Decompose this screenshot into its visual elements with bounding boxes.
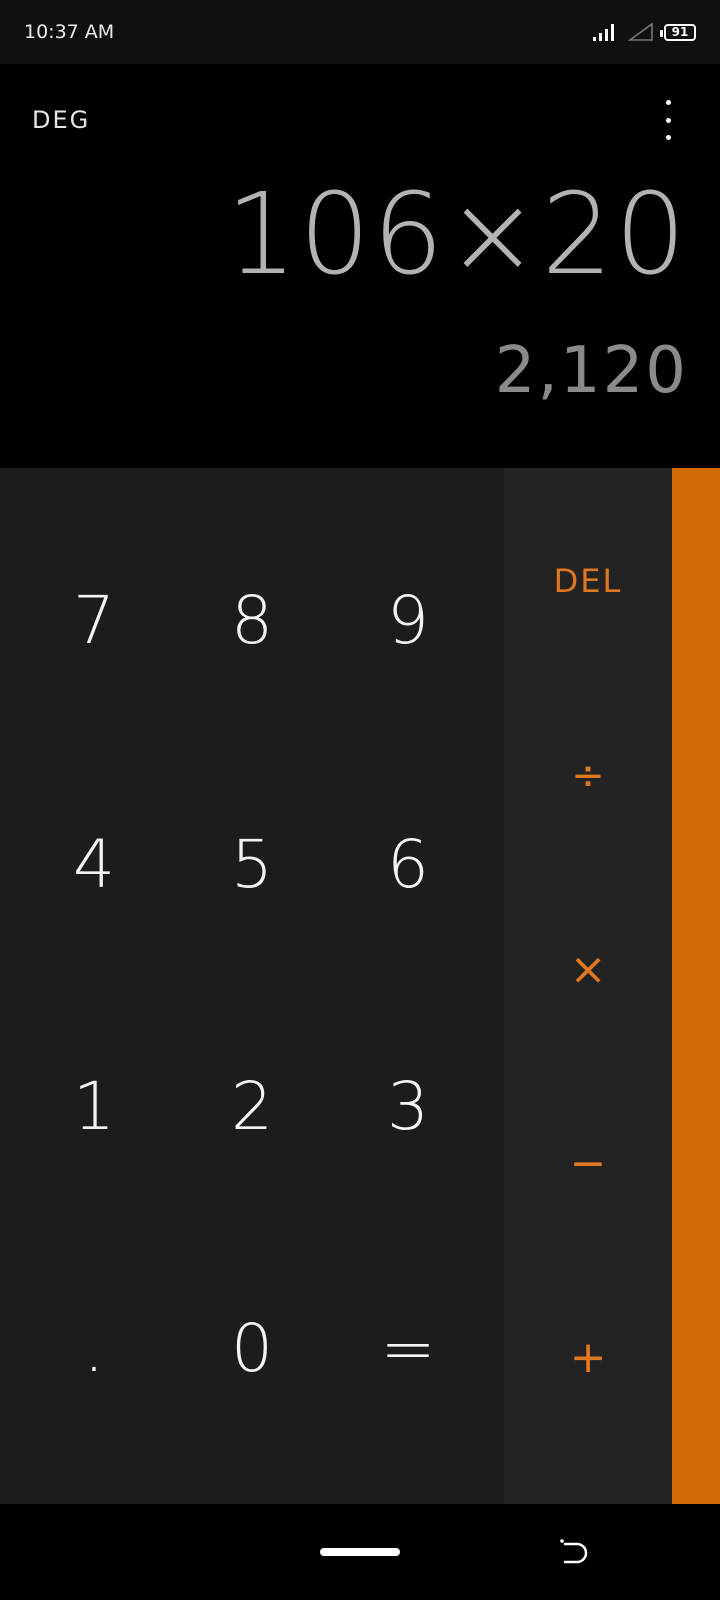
add-button[interactable]: + (504, 1282, 672, 1432)
calculator-display: DEG 106×20 2,120 (0, 64, 720, 468)
home-handle[interactable] (320, 1548, 400, 1556)
digit-9-button[interactable]: 9 (324, 530, 492, 710)
numeric-keypad: 7 8 9 4 5 6 1 2 3 . 0 = (0, 468, 504, 1504)
navigation-bar (0, 1504, 720, 1600)
battery-icon: 91 (660, 23, 696, 41)
digit-2-button[interactable]: 2 (168, 1016, 336, 1196)
expression-field[interactable]: 106×20 (226, 179, 688, 291)
angle-mode-toggle[interactable]: DEG (32, 106, 90, 134)
equals-button[interactable]: = (324, 1258, 492, 1438)
status-bar: 10:37 AM 91 (0, 0, 720, 64)
digit-1-button[interactable]: 1 (10, 1016, 178, 1196)
rotate-screen-icon[interactable] (555, 1535, 591, 1571)
no-signal-icon (628, 22, 653, 41)
status-icons: 91 (592, 22, 696, 42)
digit-8-button[interactable]: 8 (168, 530, 336, 710)
more-options-icon[interactable] (656, 100, 680, 140)
digit-0-button[interactable]: 0 (168, 1258, 336, 1438)
digit-5-button[interactable]: 5 (168, 774, 336, 954)
digit-6-button[interactable]: 6 (324, 774, 492, 954)
decimal-point-button[interactable]: . (10, 1258, 178, 1438)
signal-icon (593, 24, 614, 41)
digit-7-button[interactable]: 7 (10, 530, 178, 710)
delete-button[interactable]: DEL (504, 506, 672, 656)
advanced-panel-handle[interactable] (672, 468, 720, 1504)
operator-pad: DEL ÷ × − + (504, 468, 672, 1504)
result-preview: 2,120 (494, 334, 688, 408)
digit-4-button[interactable]: 4 (10, 774, 178, 954)
subtract-button[interactable]: − (504, 1088, 672, 1238)
battery-level: 91 (671, 25, 689, 39)
digit-3-button[interactable]: 3 (324, 1016, 492, 1196)
divide-button[interactable]: ÷ (504, 701, 672, 851)
status-time: 10:37 AM (24, 21, 115, 43)
multiply-button[interactable]: × (504, 894, 672, 1044)
